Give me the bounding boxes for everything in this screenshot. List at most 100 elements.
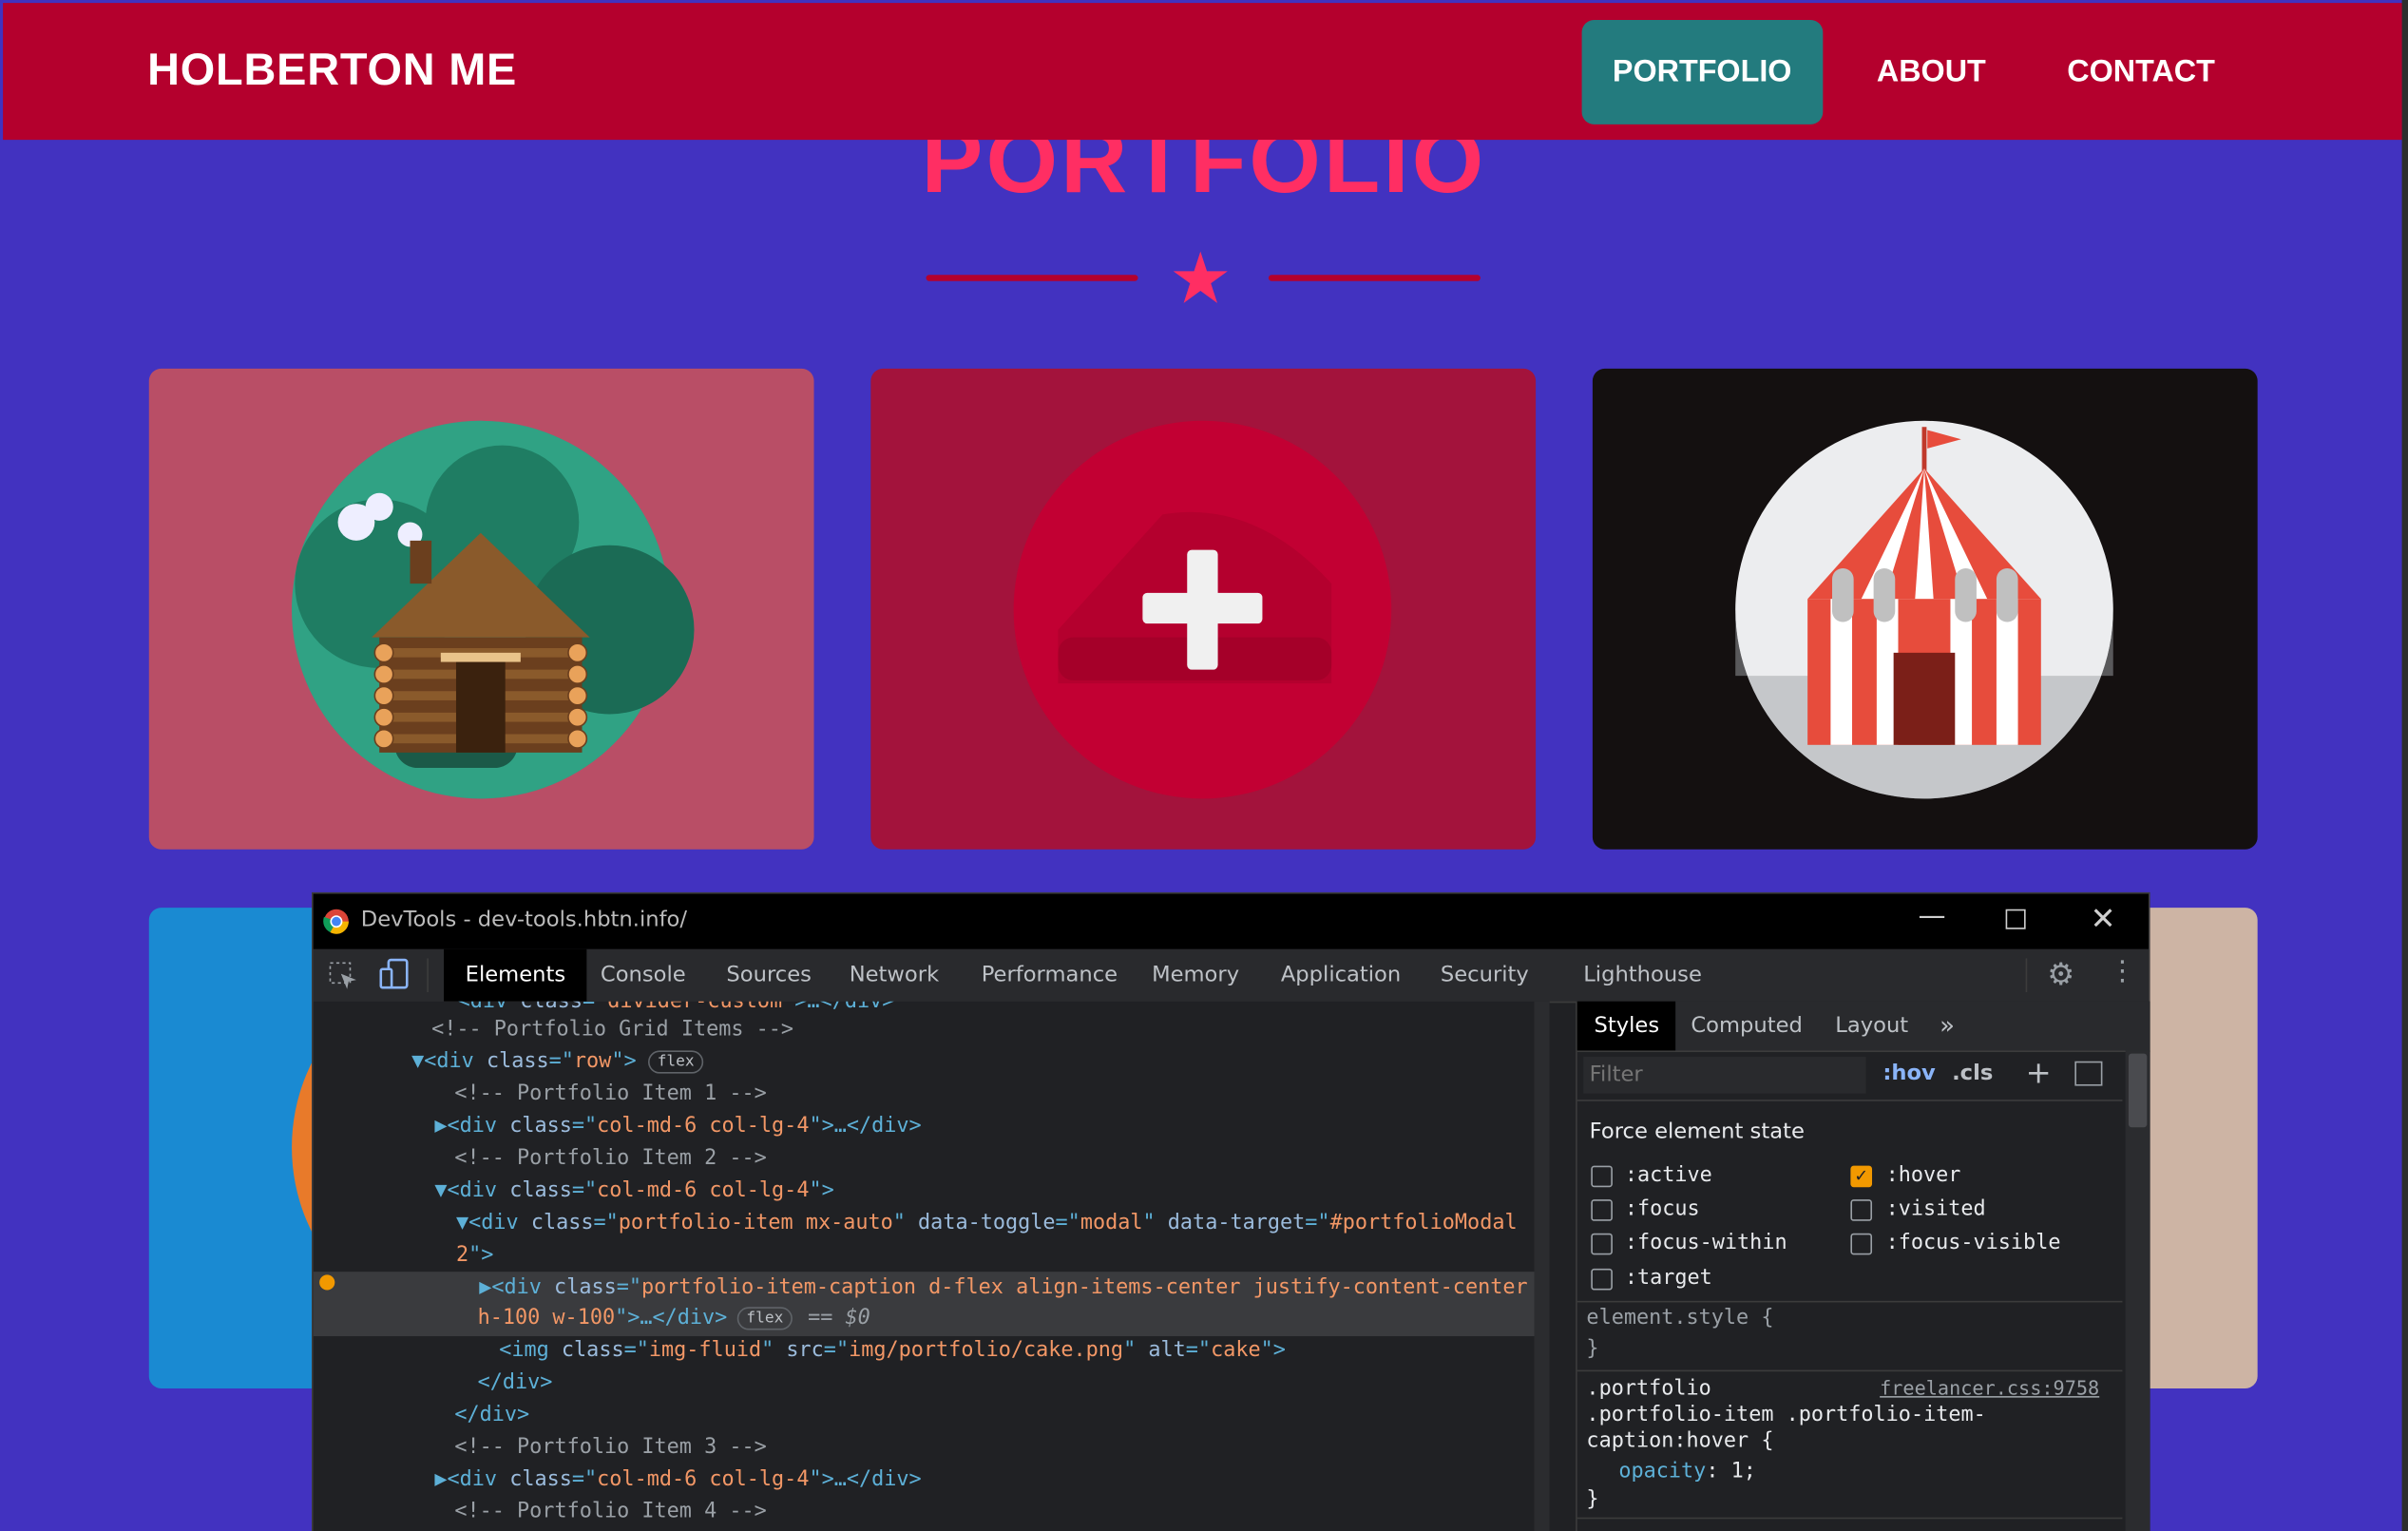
styles-filter-input[interactable] (1583, 1056, 1866, 1094)
devtools-title: DevTools - dev-tools.hbtn.info/ (360, 908, 688, 932)
code-token: row (573, 1048, 612, 1074)
code-token: ">…</div> (615, 1305, 728, 1330)
element-style-rule[interactable]: element.style { (1586, 1306, 1773, 1330)
code-token: <img (499, 1337, 562, 1363)
tab-computed[interactable]: Computed (1691, 1002, 1803, 1051)
more-options-icon[interactable]: ⋮ (2109, 955, 2136, 987)
code-token: =" (571, 1113, 598, 1139)
hov-toggle[interactable]: :hov (1882, 1062, 1935, 1086)
tab-network[interactable]: Network (850, 949, 939, 1002)
brand-logo-text[interactable]: HOLBERTON ME (147, 46, 517, 96)
force-state-title: Force element state (1589, 1120, 1805, 1144)
tab-console[interactable]: Console (601, 949, 686, 1002)
code-token: class (509, 1113, 572, 1139)
divider-line-left (926, 275, 1138, 281)
code-token: class (554, 1274, 617, 1300)
code-line[interactable]: ▼<div class="row"> (411, 1046, 637, 1079)
checkbox-focus-within[interactable] (1591, 1233, 1613, 1255)
code-line[interactable]: <!-- Portfolio Item 1 --> (454, 1079, 766, 1111)
code-line[interactable]: ▶<div class="portfolio-item-caption d-fl… (479, 1272, 1527, 1304)
code-line[interactable]: <!-- Portfolio Grid Items --> (431, 1014, 793, 1046)
close-icon[interactable]: ✕ (2091, 900, 2116, 937)
styles-scrollbar-thumb[interactable] (2128, 1053, 2148, 1128)
tab-security[interactable]: Security (1441, 949, 1529, 1002)
tab-application[interactable]: Application (1281, 949, 1401, 1002)
device-toolbar-icon[interactable] (378, 958, 412, 992)
portfolio-item-circus[interactable] (1592, 368, 2258, 850)
rule-source-link[interactable]: freelancer.css:9758 (1880, 1376, 2099, 1399)
nav-about-link[interactable]: ABOUT (1846, 20, 2017, 124)
more-tabs-icon[interactable]: » (1940, 1002, 1955, 1051)
divider-line-right (1268, 275, 1481, 281)
elements-tree[interactable]: <div class="divider-custom">…</div> <!--… (313, 1001, 1550, 1531)
code-token: img/portfolio/cake.png (849, 1337, 1124, 1363)
page-scrollbar[interactable] (2401, 0, 2408, 1531)
code-token: <!-- Portfolio Grid Items --> (431, 1016, 794, 1042)
code-token: =" (593, 1210, 619, 1235)
checkbox-target[interactable] (1591, 1268, 1613, 1291)
nav-contact-link[interactable]: CONTACT (2036, 20, 2246, 124)
tab-styles[interactable]: Styles (1577, 1001, 1676, 1051)
checkbox-focus[interactable] (1591, 1199, 1613, 1221)
code-token: "> (1260, 1337, 1286, 1363)
tab-performance[interactable]: Performance (982, 949, 1118, 1002)
cls-toggle[interactable]: .cls (1952, 1062, 1993, 1086)
code-line[interactable]: ▶<div class="col-md-6 col-lg-4">…</div> (434, 1110, 921, 1142)
tab-sources[interactable]: Sources (726, 949, 812, 1002)
code-token: data-toggle (918, 1210, 1056, 1235)
nav-portfolio-link[interactable]: PORTFOLIO (1581, 20, 1823, 124)
tab-elements[interactable]: Elements (444, 948, 587, 1002)
code-token: img-fluid (648, 1337, 762, 1363)
rule-selector-line-1: .portfolio (1586, 1376, 1711, 1401)
code-line[interactable]: <img class="img-fluid" src="img/portfoli… (499, 1334, 1286, 1367)
code-token: =" (1185, 1337, 1212, 1363)
chrome-icon (323, 909, 349, 934)
rule-selector-line-3: caption:hover { (1586, 1427, 1774, 1453)
element-style-close: } (1586, 1336, 1599, 1361)
code-line[interactable]: <!-- Portfolio Item 4 --> (454, 1496, 766, 1528)
elements-scrollbar[interactable] (1534, 1001, 1550, 1531)
code-line[interactable]: h-100 w-100">…</div> (478, 1302, 728, 1334)
tab-layout[interactable]: Layout (1835, 1002, 1908, 1051)
code-line[interactable]: ▶<div class="col-md-6 col-lg-4">…</div> (434, 1464, 921, 1496)
checkbox-visited[interactable] (1850, 1199, 1873, 1221)
code-line[interactable]: ▼<div class="col-md-6 col-lg-4"> (434, 1175, 833, 1207)
code-token: ">…</div> (782, 1001, 895, 1014)
new-rule-plus-icon[interactable]: + (2026, 1054, 2052, 1091)
state-focus-within-label: :focus-within (1624, 1230, 1787, 1255)
code-token: " (1123, 1337, 1149, 1363)
code-line[interactable]: ▼<div class="portfolio-item mx-auto" dat… (456, 1207, 1518, 1239)
rule-declaration[interactable]: opacity: 1; (1618, 1459, 1756, 1483)
tab-memory[interactable]: Memory (1152, 949, 1239, 1002)
minimize-icon[interactable]: — (1919, 900, 1946, 932)
code-token: <!-- Portfolio Item 2 --> (454, 1145, 767, 1171)
code-line[interactable]: </div> (454, 1399, 529, 1431)
code-token: <!-- Portfolio Item 4 --> (454, 1499, 767, 1524)
code-token: </div> (454, 1402, 530, 1427)
code-token: divider-custom (607, 1001, 783, 1014)
flex-badge-selected[interactable]: flex (736, 1307, 793, 1330)
settings-gear-icon[interactable]: ⚙ (2047, 955, 2074, 992)
code-token: ▶<div (479, 1274, 555, 1300)
portfolio-item-cake[interactable] (870, 368, 1537, 850)
code-line[interactable]: <!-- Portfolio Item 3 --> (454, 1431, 766, 1464)
maximize-icon[interactable] (2005, 909, 2026, 929)
rule-value: 1; (1730, 1459, 1756, 1484)
code-line[interactable]: </div> (478, 1367, 553, 1399)
code-line[interactable]: 2"> (456, 1239, 493, 1272)
checkbox-hover-checked[interactable]: ✓ (1850, 1165, 1873, 1188)
state-focus-visible-label: :focus-visible (1885, 1230, 2061, 1255)
checkbox-active[interactable] (1591, 1165, 1613, 1188)
code-token: "> (809, 1177, 834, 1203)
portfolio-item-cabin[interactable] (148, 368, 814, 850)
code-token: ">…</div> (809, 1113, 922, 1139)
tab-lighthouse[interactable]: Lighthouse (1583, 949, 1702, 1002)
flex-badge[interactable]: flex (647, 1050, 704, 1074)
code-token: ▼<div (455, 1210, 531, 1235)
toggle-sidebar-icon[interactable] (2074, 1061, 2103, 1086)
inspect-element-icon[interactable] (329, 962, 359, 992)
styles-pane: Styles Computed Layout » :hov .cls + For… (1576, 1001, 2150, 1531)
code-line[interactable]: <!-- Portfolio Item 2 --> (454, 1142, 766, 1175)
checkbox-focus-visible[interactable] (1850, 1233, 1873, 1255)
code-token: class (520, 1001, 583, 1014)
